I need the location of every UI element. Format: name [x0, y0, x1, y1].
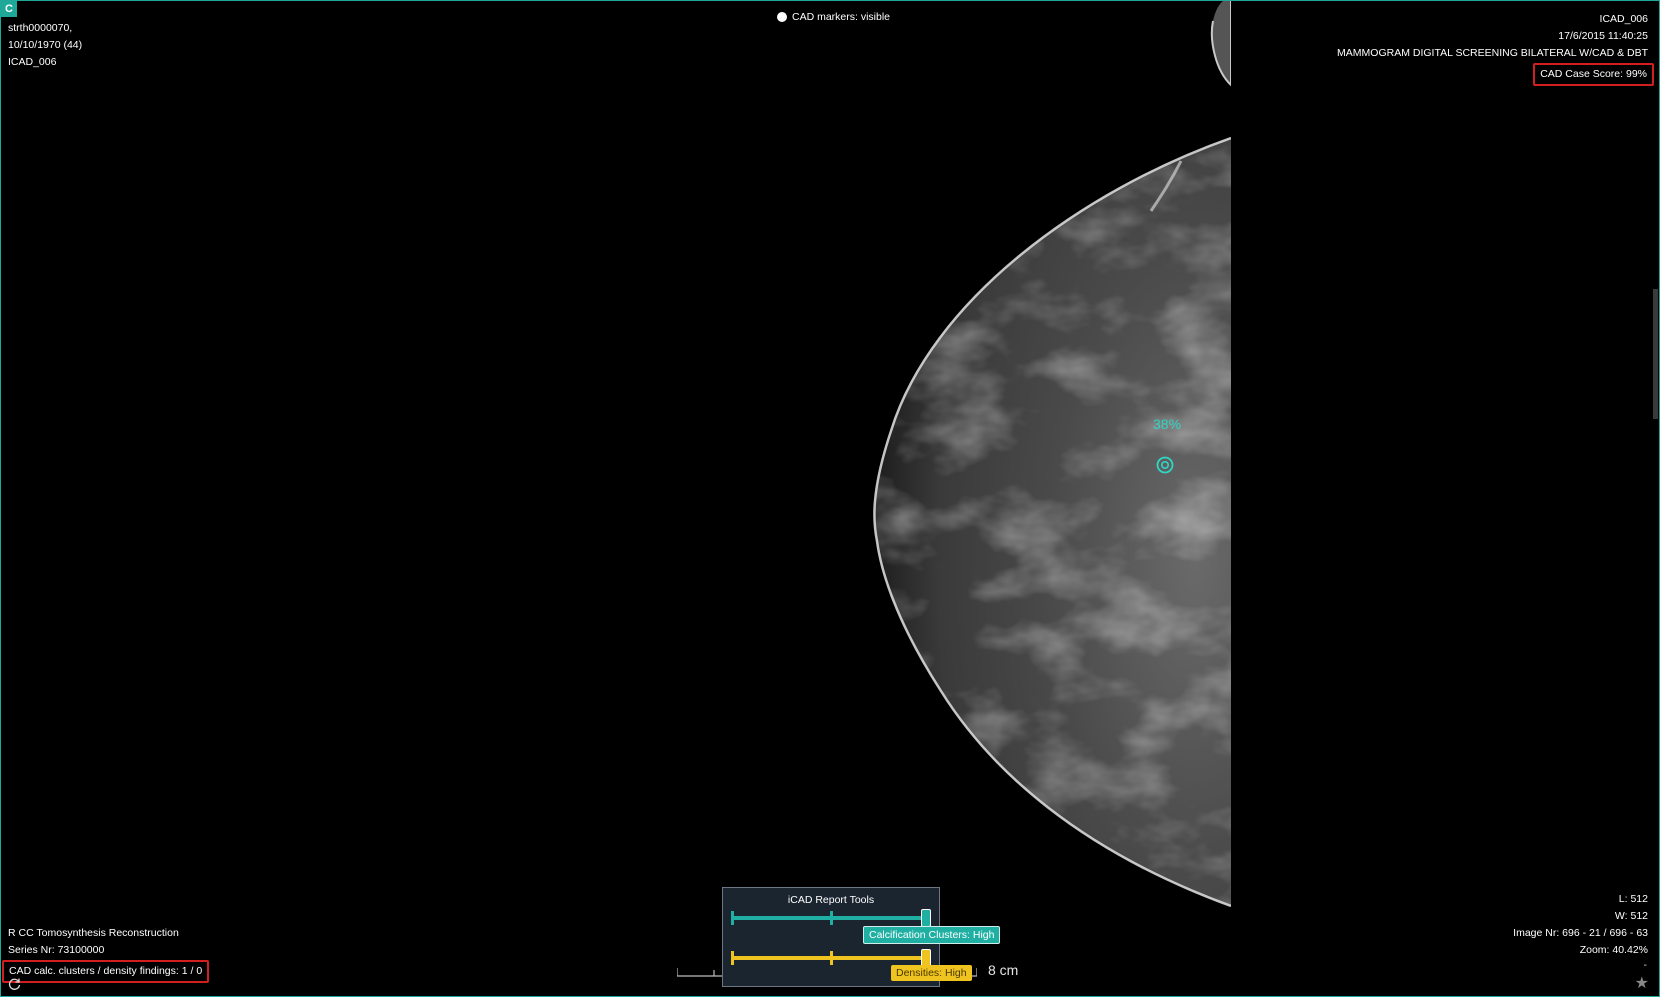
- cad-markers-dot-icon: [777, 12, 787, 22]
- image-number: Image Nr: 696 - 21 / 696 - 63: [1513, 927, 1648, 939]
- cad-markers-label: CAD markers: visible: [792, 11, 891, 23]
- window-width: W: 512: [1614, 910, 1648, 922]
- series-info-overlay: R CC Tomosynthesis Reconstruction Series…: [2, 925, 210, 983]
- calcification-level-label: Calcification Clusters: High: [863, 926, 1001, 944]
- report-tools-title: iCAD Report Tools: [787, 894, 875, 906]
- density-slider[interactable]: [731, 949, 931, 967]
- density-tick-mid: [830, 951, 833, 965]
- image-info-extra: -: [1643, 959, 1648, 971]
- sync-icon[interactable]: [8, 977, 22, 991]
- mammogram-viewport[interactable]: C strth0000070, 10/10/1970 (44) ICAD_006…: [0, 0, 1660, 997]
- viewport-badge: C: [1, 1, 17, 17]
- patient-info-overlay: strth0000070, 10/10/1970 (44) ICAD_006: [8, 20, 82, 71]
- series-name: R CC Tomosynthesis Reconstruction: [8, 927, 179, 939]
- cad-finding-score: 38%: [1153, 416, 1182, 432]
- study-info-overlay: ICAD_006 17/6/2015 11:40:25 MAMMOGRAM DI…: [1337, 11, 1654, 86]
- calcification-slider[interactable]: [731, 909, 931, 927]
- study-id: ICAD_006: [1599, 13, 1648, 25]
- calcification-tick-mid: [830, 911, 833, 925]
- patient-dob-age: 10/10/1970 (44): [8, 39, 83, 51]
- calcification-tick-low: [731, 911, 734, 925]
- density-level-label: Densities: High: [891, 965, 972, 981]
- star-icon[interactable]: ★: [1635, 973, 1649, 993]
- zoom-level: Zoom: 40.42%: [1579, 944, 1648, 956]
- patient-name: strth0000070,: [8, 22, 73, 34]
- scrollbar-thumb[interactable]: [1653, 289, 1658, 419]
- empty-view-region: [1231, 1, 1659, 996]
- density-tick-low: [731, 951, 734, 965]
- patient-id: ICAD_006: [8, 56, 57, 68]
- image-info-overlay: L: 512 W: 512 Image Nr: 696 - 21 / 696 -…: [1513, 891, 1648, 959]
- study-description: MAMMOGRAM DIGITAL SCREENING BILATERAL W/…: [1337, 47, 1648, 59]
- calcification-cluster-marker-icon[interactable]: [1156, 456, 1174, 474]
- cad-findings-count: CAD calc. clusters / density findings: 1…: [2, 960, 210, 983]
- scale-bar-label: 8 cm: [988, 962, 1019, 978]
- cad-case-score: CAD Case Score: 99%: [1533, 63, 1654, 86]
- series-number: Series Nr: 73100000: [8, 944, 105, 956]
- calcification-slider-thumb[interactable]: [921, 909, 931, 927]
- window-level: L: 512: [1618, 893, 1648, 905]
- study-datetime: 17/6/2015 11:40:25: [1558, 30, 1648, 42]
- mammogram-image[interactable]: [1, 1, 1231, 997]
- cad-markers-toggle[interactable]: CAD markers: visible: [777, 11, 890, 23]
